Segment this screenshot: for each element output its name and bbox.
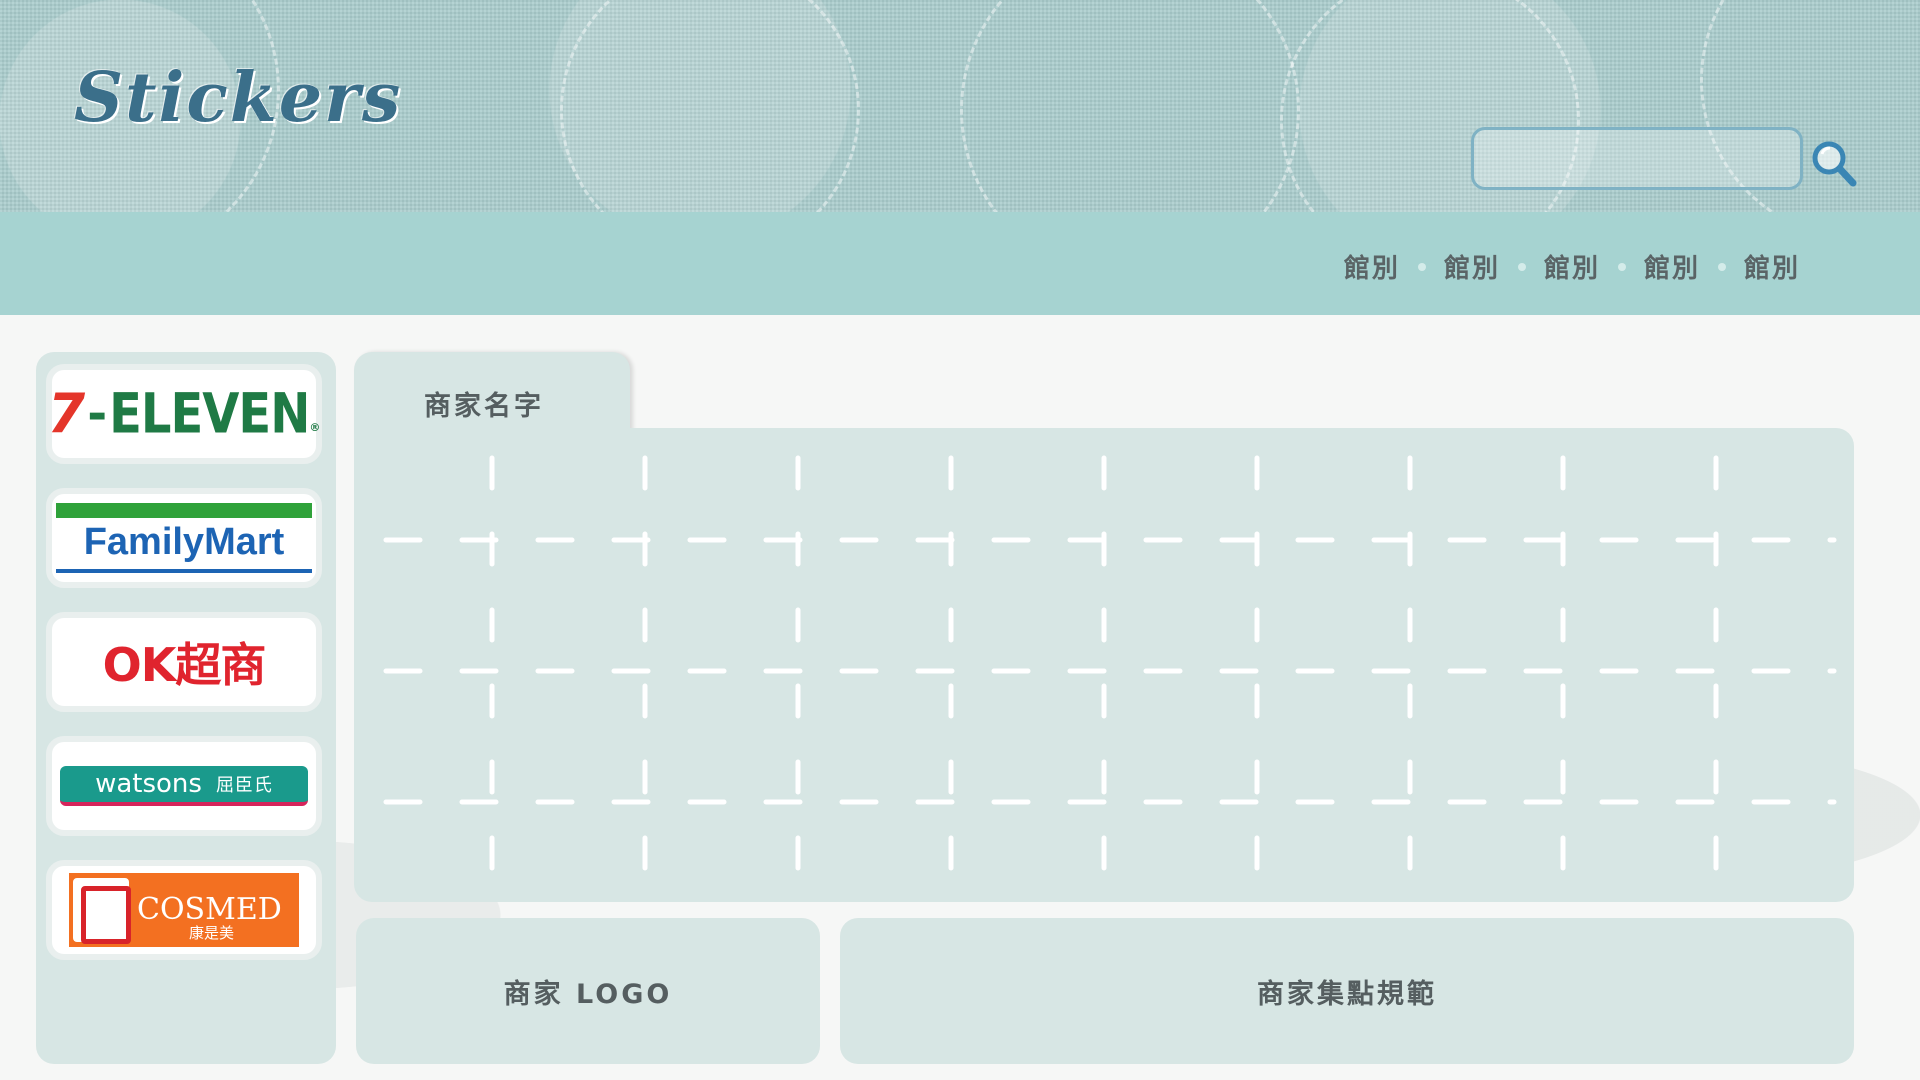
brand-card-watsons[interactable]: watsons 屈臣氏 xyxy=(46,736,322,836)
brand-card-7eleven[interactable]: 7 - ELEVEN ® xyxy=(46,364,322,464)
sticker-grid xyxy=(373,455,1837,883)
search-input[interactable] xyxy=(1471,127,1803,190)
brand-card-ok[interactable]: OK超商 xyxy=(46,612,322,712)
nav-separator xyxy=(1717,262,1726,271)
merchant-rules-box[interactable]: 商家集點規範 xyxy=(840,918,1854,1064)
logo-familymart-text: FamilyMart xyxy=(83,521,285,563)
cosmed-mark-icon xyxy=(73,878,131,944)
merchant-name-label: 商家名字 xyxy=(424,391,544,422)
merchant-logo-label: 商家 LOGO xyxy=(503,978,673,1010)
nav-item-2[interactable]: 館別 xyxy=(1444,248,1500,285)
category-nav: 館別 館別 館別 館別 館別 xyxy=(0,212,1920,315)
merchant-logo-box[interactable]: 商家 LOGO xyxy=(356,918,820,1064)
search-button[interactable] xyxy=(1810,138,1858,190)
brand-card-familymart[interactable]: FamilyMart xyxy=(46,488,322,588)
magnifier-icon xyxy=(1812,141,1857,187)
logo-seven: 7 xyxy=(47,382,86,445)
logo-watsons-cn: 屈臣氏 xyxy=(215,775,273,796)
decorative-circle xyxy=(560,0,860,212)
logo-watsons-text: watsons xyxy=(95,769,202,799)
logo-green-bar xyxy=(56,503,312,518)
merchant-rules-label: 商家集點規範 xyxy=(1257,978,1437,1010)
site-title[interactable]: Stickers xyxy=(74,58,402,138)
nav-item-4[interactable]: 館別 xyxy=(1644,248,1700,285)
logo-cosmed-text: COSMED xyxy=(137,892,282,927)
decorative-circle xyxy=(960,0,1300,212)
sticker-grid-panel xyxy=(354,428,1854,902)
seven-eleven-logo: 7 - ELEVEN ® xyxy=(47,382,321,446)
nav-item-1[interactable]: 館別 xyxy=(1344,248,1400,285)
nav-separator xyxy=(1617,262,1626,271)
familymart-logo: FamilyMart xyxy=(56,503,312,573)
header-banner: Stickers xyxy=(0,0,1920,212)
watsons-logo: watsons 屈臣氏 xyxy=(60,766,308,806)
logo-registered: ® xyxy=(309,421,321,434)
logo-dash: - xyxy=(87,386,108,442)
nav-item-3[interactable]: 館別 xyxy=(1544,248,1600,285)
nav-separator xyxy=(1417,262,1426,271)
brand-card-cosmed[interactable]: COSMED 康是美 xyxy=(46,860,322,960)
brand-sidebar: 7 - ELEVEN ® FamilyMart OK超商 watsons 屈臣氏… xyxy=(36,352,336,1064)
logo-eleven-text: ELEVEN xyxy=(109,381,310,447)
logo-cosmed-cn: 康是美 xyxy=(189,924,235,942)
logo-blue-bar xyxy=(56,569,312,573)
cosmed-logo: COSMED 康是美 xyxy=(69,873,299,947)
nav-item-5[interactable]: 館別 xyxy=(1744,248,1800,285)
nav-separator xyxy=(1517,262,1526,271)
nav-list: 館別 館別 館別 館別 館別 xyxy=(1344,248,1800,285)
ok-mart-logo: OK超商 xyxy=(102,638,267,692)
